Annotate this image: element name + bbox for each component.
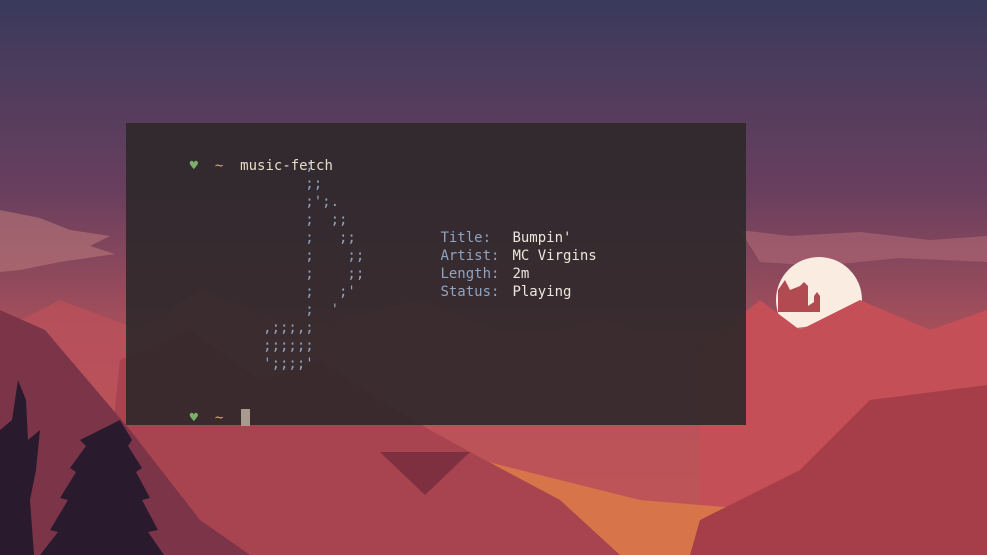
track-info: Title: Bumpin' Artist: MC Virgins Length: 2… xyxy=(373,211,597,300)
info-row-title: Title: Bumpin' xyxy=(373,211,597,246)
ascii-music-note: ; ;; ;';. ; ;; ; ;; ; ;; ; ;; ; ;' ; ' ,… xyxy=(263,158,365,372)
info-key: Title: xyxy=(440,230,492,246)
prompt-directory: ~ xyxy=(214,410,224,426)
input-line[interactable]: ♥ ~ xyxy=(139,391,251,426)
info-key: Length: xyxy=(440,266,500,282)
desktop: ♥ ~ music-fetch ; ;; ;';. ; ;; ; ;; ; ;;… xyxy=(0,0,987,555)
command-line: ♥ ~ music-fetch xyxy=(139,139,333,174)
text-cursor[interactable] xyxy=(241,409,251,426)
info-key: Status: xyxy=(440,284,500,300)
info-value: 2m xyxy=(512,266,530,282)
heart-icon: ♥ xyxy=(189,410,199,426)
info-value: Bumpin' xyxy=(512,230,572,246)
terminal-window[interactable]: ♥ ~ music-fetch ; ;; ;';. ; ;; ; ;; ; ;;… xyxy=(126,123,746,426)
info-key: Artist: xyxy=(440,248,500,264)
info-value: Playing xyxy=(512,284,572,300)
info-value: MC Virgins xyxy=(512,248,597,264)
heart-icon: ♥ xyxy=(189,158,199,174)
